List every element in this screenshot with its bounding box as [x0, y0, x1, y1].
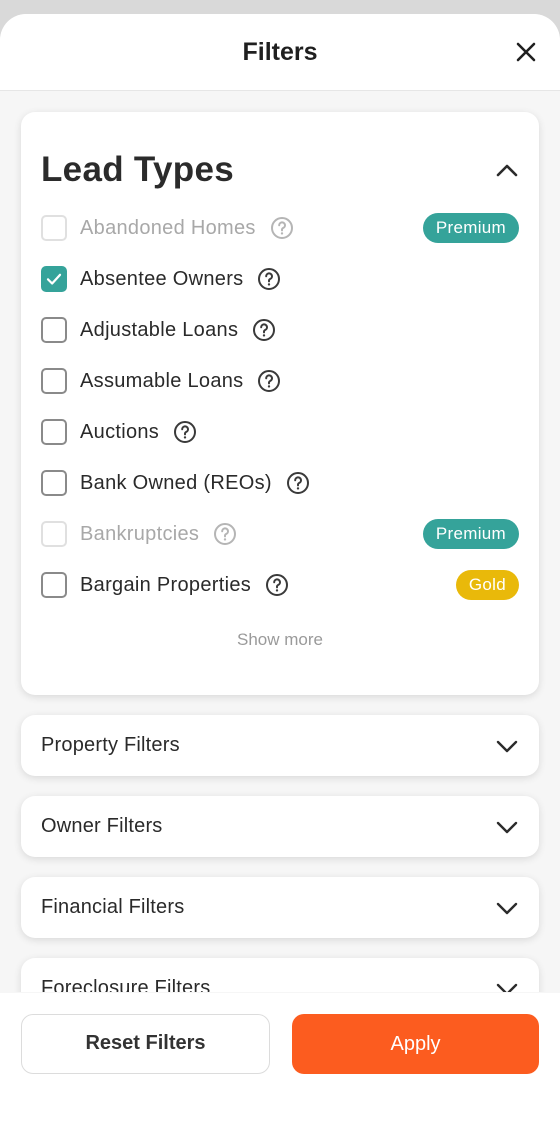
apply-button[interactable]: Apply: [292, 1014, 539, 1074]
lead-type-label: Abandoned Homes: [80, 216, 256, 239]
help-icon[interactable]: [252, 318, 276, 342]
checkbox: [41, 521, 67, 547]
checkbox[interactable]: [41, 470, 67, 496]
help-icon[interactable]: [286, 471, 310, 495]
footer-actions: Reset Filters Apply: [0, 993, 560, 1147]
lead-type-item[interactable]: Bank Owned (REOs): [41, 465, 519, 501]
lead-type-label: Absentee Owners: [80, 267, 244, 290]
filters-sheet: Filters Lead Types Abandoned Homes Premi…: [0, 14, 560, 1147]
checkbox[interactable]: [41, 572, 67, 598]
checkbox[interactable]: [41, 419, 67, 445]
page-title: Filters: [242, 38, 318, 66]
lead-types-card: Lead Types Abandoned Homes Premium Absen…: [21, 112, 539, 695]
lead-type-item[interactable]: Bargain Properties Gold: [41, 567, 519, 603]
close-icon[interactable]: [514, 40, 538, 64]
lead-type-item[interactable]: Absentee Owners: [41, 261, 519, 297]
reset-filters-button[interactable]: Reset Filters: [21, 1014, 270, 1074]
checkbox[interactable]: [41, 317, 67, 343]
section-label: Financial Filters: [41, 896, 185, 918]
chevron-down-icon: [496, 902, 518, 915]
chevron-up-icon[interactable]: [495, 159, 519, 183]
lead-type-item[interactable]: Adjustable Loans: [41, 312, 519, 348]
tier-badge: Premium: [422, 519, 519, 549]
lead-type-item[interactable]: Assumable Loans: [41, 363, 519, 399]
help-icon[interactable]: [173, 420, 197, 444]
help-icon[interactable]: [257, 267, 281, 291]
section-owner-filters[interactable]: Owner Filters: [21, 796, 539, 857]
lead-type-label: Bank Owned (REOs): [80, 471, 272, 494]
show-more-link[interactable]: Show more: [21, 630, 539, 650]
lead-type-label: Bankruptcies: [80, 522, 200, 545]
section-property-filters[interactable]: Property Filters: [21, 715, 539, 776]
section-financial-filters[interactable]: Financial Filters: [21, 877, 539, 938]
checkbox: [41, 215, 67, 241]
help-icon[interactable]: [213, 522, 237, 546]
section-foreclosure-filters[interactable]: Foreclosure Filters: [21, 958, 539, 992]
help-icon[interactable]: [270, 216, 294, 240]
checkbox[interactable]: [41, 266, 67, 292]
tier-badge: Gold: [455, 570, 519, 600]
section-label: Property Filters: [41, 734, 180, 756]
lead-types-title: Lead Types: [41, 150, 234, 189]
help-icon[interactable]: [257, 369, 281, 393]
lead-type-label: Bargain Properties: [80, 573, 252, 596]
lead-type-label: Auctions: [80, 420, 160, 443]
checkbox[interactable]: [41, 368, 67, 394]
lead-type-item[interactable]: Auctions: [41, 414, 519, 450]
section-label: Owner Filters: [41, 815, 163, 837]
lead-type-label: Adjustable Loans: [80, 318, 239, 341]
help-icon[interactable]: [265, 573, 289, 597]
lead-type-label: Assumable Loans: [80, 369, 244, 392]
header: Filters: [0, 14, 560, 91]
chevron-down-icon: [496, 740, 518, 753]
filters-content[interactable]: Lead Types Abandoned Homes Premium Absen…: [0, 92, 560, 992]
tier-badge: Premium: [422, 213, 519, 243]
chevron-down-icon: [496, 983, 518, 992]
lead-type-item: Abandoned Homes Premium: [41, 210, 519, 246]
lead-type-item: Bankruptcies Premium: [41, 516, 519, 552]
chevron-down-icon: [496, 821, 518, 834]
checkmark-icon: [46, 273, 62, 285]
section-label: Foreclosure Filters: [41, 977, 211, 992]
